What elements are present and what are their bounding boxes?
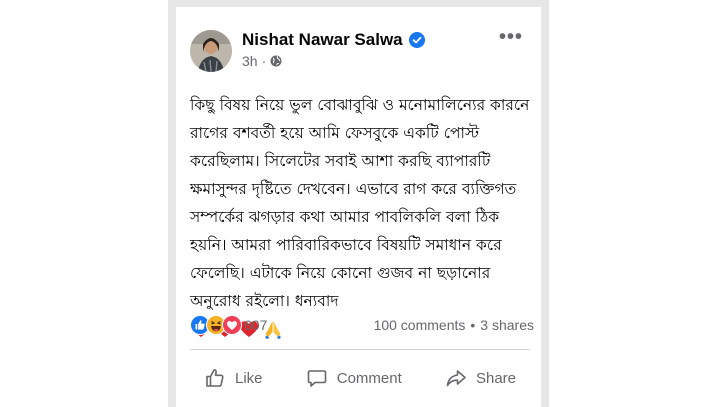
facebook-post-card: Nishat Nawar Salwa 3h · ••• কিছু বিষয় ন… [176, 7, 541, 407]
comments-count-link[interactable]: 100 comments [374, 317, 466, 333]
reaction-count-button[interactable]: 607 [190, 315, 267, 335]
post-meta: 3h · [242, 53, 282, 69]
post-action-bar: Like Comment Share [190, 356, 530, 400]
post-timestamp[interactable]: 3h [242, 53, 258, 69]
like-button[interactable]: Like [190, 360, 277, 396]
thumbs-up-icon [206, 369, 224, 387]
comment-bubble-icon [307, 370, 327, 387]
shares-count-link[interactable]: 3 shares [480, 317, 534, 333]
share-button[interactable]: Share [431, 360, 530, 396]
love-reaction-icon [222, 315, 242, 335]
comment-label: Comment [336, 369, 402, 387]
more-options-button[interactable]: ••• [499, 27, 523, 47]
share-arrow-icon [446, 370, 466, 387]
engagement-stats: 100 comments • 3 shares [374, 317, 534, 333]
actions-divider [190, 349, 530, 350]
verified-badge-icon [408, 32, 425, 48]
reaction-icons [190, 315, 242, 335]
post-body: কিছু বিষয় নিয়ে ভুল বোঝাবুঝি ও মনোমালিন… [190, 91, 535, 341]
author-name-row: Nishat Nawar Salwa [242, 30, 425, 50]
meta-separator: · [261, 53, 267, 69]
stats-separator: • [470, 317, 476, 333]
screenshot-frame: Nishat Nawar Salwa 3h · ••• কিছু বিষয় ন… [168, 0, 549, 407]
author-name[interactable]: Nishat Nawar Salwa [242, 30, 403, 50]
globe-icon [270, 55, 282, 67]
reaction-count[interactable]: 607 [244, 317, 267, 333]
like-label: Like [235, 369, 263, 387]
comment-button[interactable]: Comment [292, 360, 416, 396]
share-label: Share [475, 369, 516, 387]
author-avatar[interactable] [190, 30, 232, 72]
reactions-summary: 607 100 comments • 3 shares [190, 315, 534, 335]
post-text: কিছু বিষয় নিয়ে ভুল বোঝাবুঝি ও মনোমালিন… [190, 96, 530, 310]
